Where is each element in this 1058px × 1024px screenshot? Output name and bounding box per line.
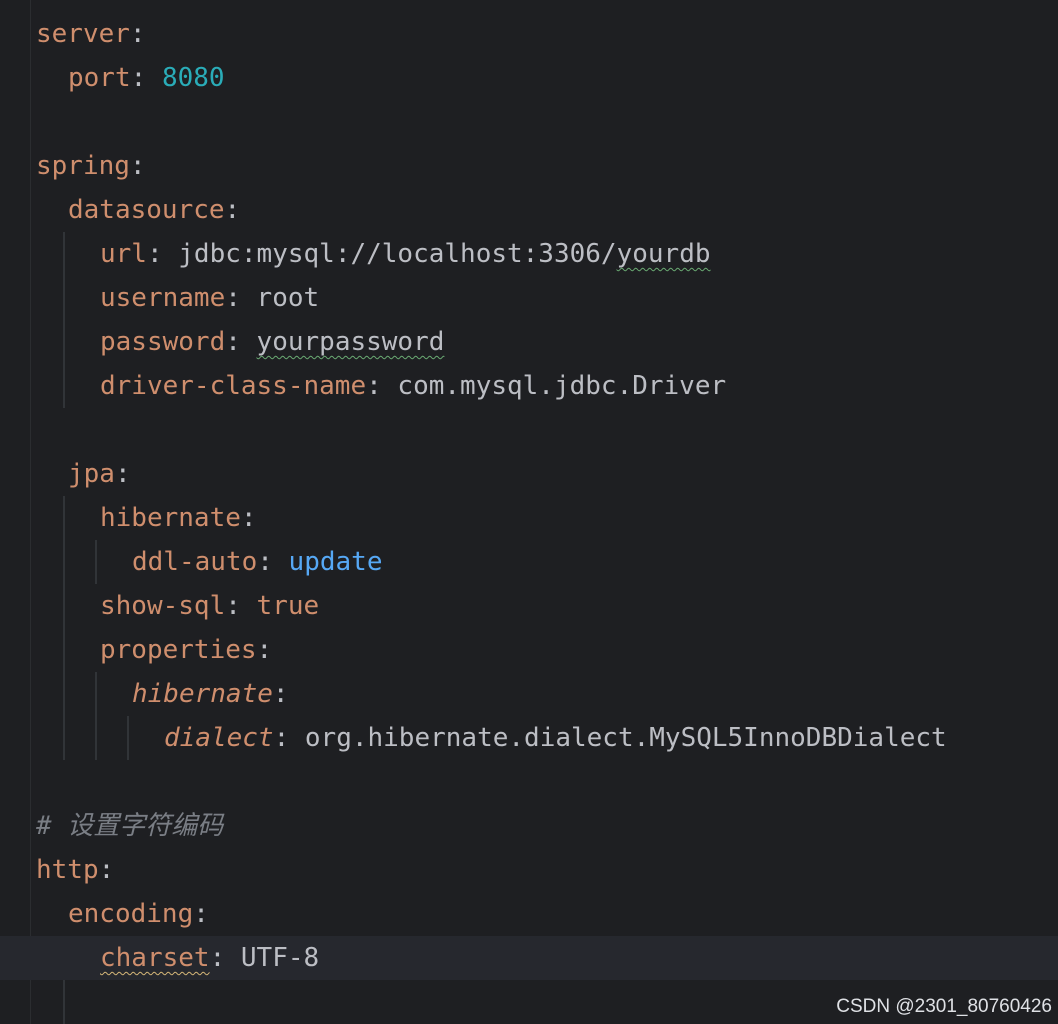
yaml-key: encoding xyxy=(68,899,194,929)
code-line[interactable]: server: xyxy=(0,12,1058,56)
yaml-key: driver-class-name xyxy=(100,371,367,401)
yaml-key: ddl-auto xyxy=(132,547,258,577)
code-line[interactable]: # 设置字符编码 xyxy=(0,804,1058,848)
code-line[interactable]: spring: xyxy=(0,144,1058,188)
code-line[interactable]: properties: xyxy=(0,628,1058,672)
code-line[interactable]: http: xyxy=(0,848,1058,892)
yaml-key: charset xyxy=(100,943,210,973)
yaml-value: true xyxy=(256,591,320,621)
yaml-value: root xyxy=(256,283,320,313)
yaml-separator: : xyxy=(224,195,241,225)
yaml-separator: : xyxy=(114,459,131,489)
yaml-separator: : xyxy=(225,283,257,313)
yaml-key: username xyxy=(100,283,226,313)
yaml-value: jdbc:mysql://localhost:3306/ xyxy=(178,239,617,269)
code-line[interactable]: driver-class-name: com.mysql.jdbc.Driver xyxy=(0,364,1058,408)
yaml-separator: : xyxy=(129,151,146,181)
yaml-key: spring xyxy=(36,151,130,181)
yaml-separator: : xyxy=(146,239,179,269)
yaml-key: show-sql xyxy=(100,591,226,621)
yaml-key: port xyxy=(68,63,131,93)
yaml-value: UTF-8 xyxy=(240,943,320,973)
yaml-separator: : xyxy=(240,503,257,533)
yaml-key: datasource xyxy=(68,195,225,225)
yaml-separator: : xyxy=(366,371,398,401)
yaml-separator: : xyxy=(256,635,273,665)
yaml-separator: : xyxy=(129,19,146,49)
yaml-separator: : xyxy=(225,591,257,621)
yaml-value-spellcheck: yourdb xyxy=(616,239,711,269)
code-line[interactable]: hibernate: xyxy=(0,672,1058,716)
code-line[interactable]: show-sql: true xyxy=(0,584,1058,628)
yaml-separator: : xyxy=(272,679,289,709)
yaml-key: server xyxy=(36,19,130,49)
yaml-separator: : xyxy=(225,327,257,357)
code-line[interactable]: url: jdbc:mysql://localhost:3306/yourdb xyxy=(0,232,1058,276)
yaml-value: com.mysql.jdbc.Driver xyxy=(397,371,727,401)
code-line[interactable]: dialect: org.hibernate.dialect.MySQL5Inn… xyxy=(0,716,1058,760)
yaml-key: url xyxy=(100,239,147,269)
code-line[interactable]: password: yourpassword xyxy=(0,320,1058,364)
yaml-separator: : xyxy=(98,855,115,885)
yaml-key: jpa xyxy=(68,459,115,489)
yaml-separator: : xyxy=(130,63,162,93)
yaml-key: password xyxy=(100,327,226,357)
code-editor[interactable]: server: port: 8080 spring: datasource: u… xyxy=(0,0,1058,1024)
yaml-value: update xyxy=(288,547,383,577)
code-line[interactable]: port: 8080 xyxy=(0,56,1058,100)
yaml-separator: : xyxy=(257,547,289,577)
yaml-value: 8080 xyxy=(161,63,225,93)
yaml-value-spellcheck: yourpassword xyxy=(256,327,445,357)
yaml-separator: : xyxy=(273,723,305,753)
code-line[interactable]: encoding: xyxy=(0,892,1058,936)
code-line[interactable]: jpa: xyxy=(0,452,1058,496)
yaml-value: org.hibernate.dialect.MySQL5InnoDBDialec… xyxy=(304,723,947,753)
yaml-key: hibernate xyxy=(100,503,241,533)
yaml-key: dialect xyxy=(164,723,274,753)
yaml-separator: : xyxy=(193,899,209,929)
yaml-comment: # 设置字符编码 xyxy=(36,811,224,841)
code-line[interactable]: ddl-auto: update xyxy=(0,540,1058,584)
yaml-separator: : xyxy=(209,943,241,973)
code-line[interactable]: datasource: xyxy=(0,188,1058,232)
yaml-key: properties xyxy=(100,635,257,665)
code-line[interactable]: username: root xyxy=(0,276,1058,320)
yaml-key: http xyxy=(36,855,99,885)
code-line[interactable]: hibernate: xyxy=(0,496,1058,540)
yaml-key: hibernate xyxy=(132,679,273,709)
code-line-current[interactable]: charset: UTF-8 xyxy=(0,936,1058,980)
watermark: CSDN @2301_80760426 xyxy=(836,996,1052,1017)
